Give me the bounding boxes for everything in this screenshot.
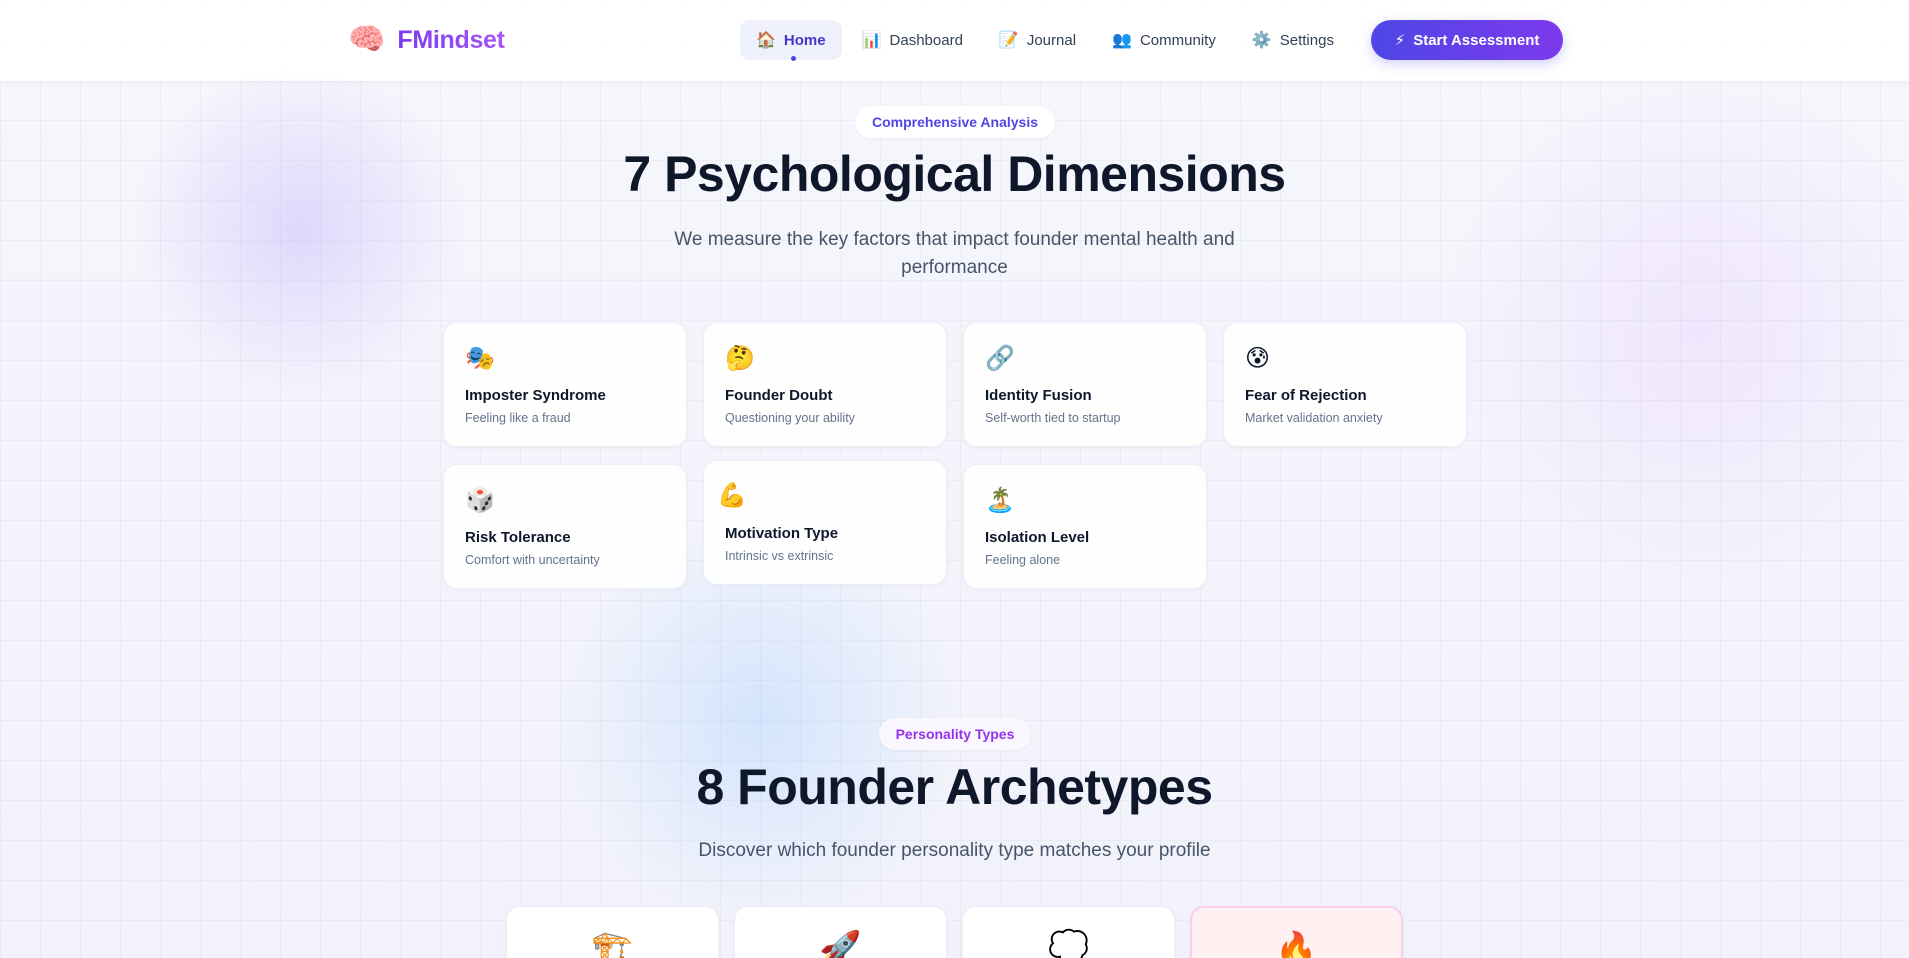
card-title: Fear of Rejection [1245,387,1367,404]
dimension-card-risk-tolerance[interactable]: 🎲 Risk Tolerance Comfort with uncertaint… [443,464,687,589]
dimension-card-isolation-level[interactable]: 🏝️ Isolation Level Feeling alone [963,464,1207,589]
thought-bubble-icon: 💭 [1047,930,1090,958]
fire-icon: 🔥 [1275,931,1318,958]
section-title: 8 Founder Archetypes [696,759,1213,815]
nav-label: Dashboard [889,31,963,49]
card-title: Imposter Syndrome [465,387,606,404]
anxious-face-icon: 😰 [1245,345,1271,372]
nav-label: Settings [1279,31,1334,49]
link-icon: 🔗 [985,345,1015,372]
nav-item-settings[interactable]: ⚙️ Settings [1236,20,1350,60]
nav-label: Journal [1026,31,1077,49]
card-description: Intrinsic vs extrinsic [725,549,834,563]
section-subtitle: Discover which founder personality type … [698,840,1211,861]
archetype-card[interactable]: 🏗️ [506,906,719,958]
flexed-bicep-icon: 💪 [717,482,747,509]
dice-icon: 🎲 [465,487,495,514]
brand-logo[interactable]: 🧠 FMindset [348,22,505,58]
card-title: Isolation Level [985,529,1090,546]
nav-item-dashboard[interactable]: 📊 Dashboard [846,20,979,60]
nav-item-community[interactable]: 👥 Community [1096,20,1232,60]
construction-crane-icon: 🏗️ [591,930,634,958]
dimension-card-fear-of-rejection[interactable]: 😰 Fear of Rejection Market validation an… [1223,322,1467,447]
archetype-card[interactable]: 💭 [962,906,1175,958]
section-subtitle: We measure the key factors that impact f… [674,229,1235,278]
card-description: Market validation anxiety [1245,411,1383,425]
theater-masks-icon: 🎭 [465,345,495,372]
gear-icon: ⚙️ [1251,32,1272,49]
card-description: Feeling like a fraud [465,411,571,425]
card-title: Identity Fusion [985,387,1092,404]
main-content: Comprehensive Analysis 7 Psychological D… [0,0,1909,958]
section-badge: Personality Types [879,718,1031,750]
brain-icon: 🧠 [348,23,386,56]
home-icon: 🏠 [756,32,776,49]
archetype-card[interactable]: 🚀 [734,906,947,958]
lightning-icon: ⚡ [1394,32,1406,49]
card-title: Risk Tolerance [465,529,571,546]
brand-name: FMindset [397,25,505,54]
archetype-card-highlighted[interactable]: 🔥 [1190,906,1403,958]
dimension-card-identity-fusion[interactable]: 🔗 Identity Fusion Self-worth tied to sta… [963,322,1207,447]
card-description: Questioning your ability [725,411,855,425]
top-navbar: 🧠 FMindset 🏠 Home 📊 Dashboard 📝 Journal … [0,0,1909,81]
card-description: Comfort with uncertainty [465,553,600,567]
nav-item-journal[interactable]: 📝 Journal [983,20,1092,60]
people-icon: 👥 [1112,32,1132,49]
rocket-icon: 🚀 [819,930,862,958]
thinking-face-icon: 🤔 [725,345,755,372]
main-nav: 🏠 Home 📊 Dashboard 📝 Journal 👥 Community… [740,20,1354,61]
memo-icon: 📝 [998,32,1019,49]
card-description: Feeling alone [985,553,1061,567]
cta-label: Start Assessment [1413,31,1540,49]
chart-icon: 📊 [861,32,882,49]
dimension-card-founder-doubt[interactable]: 🤔 Founder Doubt Questioning your ability [703,322,947,447]
nav-label: Community [1139,31,1216,49]
dimension-card-motivation-type[interactable]: 💪 Motivation Type Intrinsic vs extrinsic [703,460,947,585]
start-assessment-button[interactable]: ⚡ Start Assessment [1371,20,1563,60]
card-title: Founder Doubt [725,387,833,404]
section-badge: Comprehensive Analysis [855,106,1055,138]
section-title: 7 Psychological Dimensions [623,146,1286,202]
card-description: Self-worth tied to startup [985,411,1121,425]
card-title: Motivation Type [725,525,839,542]
dimension-card-imposter-syndrome[interactable]: 🎭 Imposter Syndrome Feeling like a fraud [443,322,687,447]
nav-item-home[interactable]: 🏠 Home [740,20,842,61]
desert-island-icon: 🏝️ [985,487,1015,514]
nav-label: Home [783,31,826,49]
